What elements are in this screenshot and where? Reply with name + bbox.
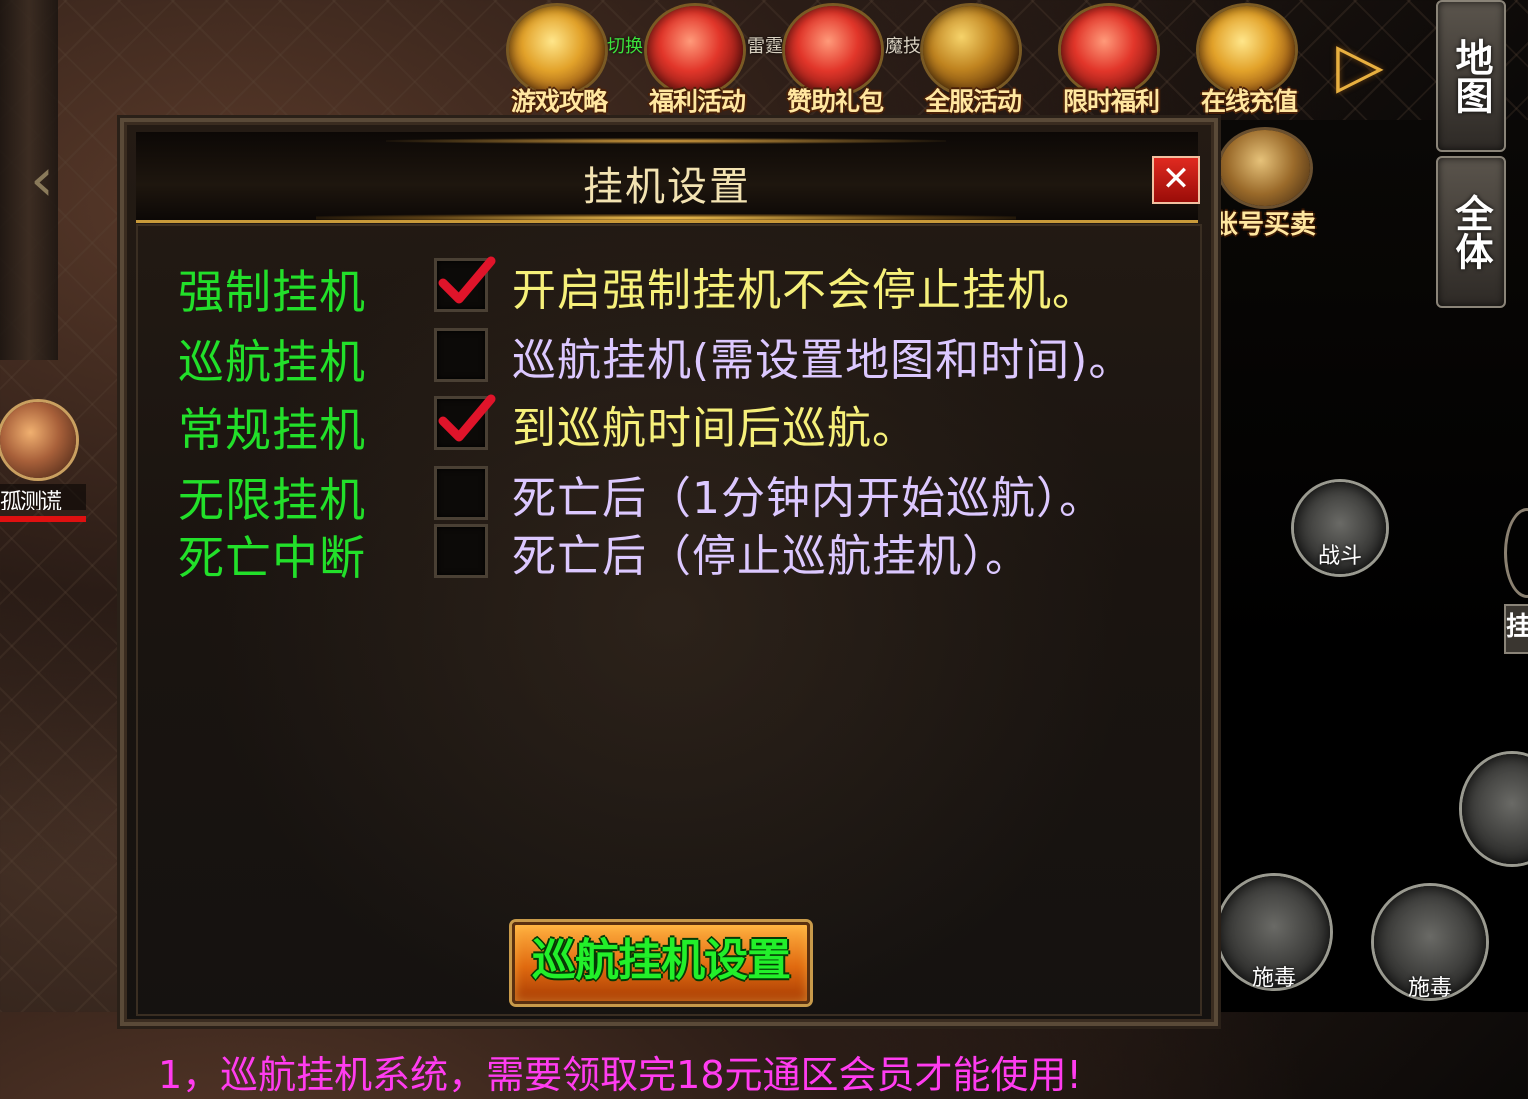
skill-label: 施毒 <box>1251 966 1296 991</box>
option-row-forced: 强制挂机 开启强制挂机不会停止挂机。 <box>138 252 1200 319</box>
battle-label: 战斗 <box>1317 544 1362 569</box>
menu-label: 赞助礼包 <box>786 87 884 116</box>
option-row-infinite: 无限挂机 死亡后（1分钟内开始巡航）。 <box>138 460 1200 527</box>
option-description: 死亡后（1分钟内开始巡航）。 <box>512 473 1104 524</box>
treasure-bag-icon <box>785 6 881 94</box>
option-description: 巡航挂机(需设置地图和时间)。 <box>512 335 1134 386</box>
player-hp-bar <box>0 516 86 522</box>
player-avatar[interactable] <box>0 402 76 478</box>
forced-hang-checkbox[interactable] <box>434 256 496 312</box>
menu-server-activity[interactable]: 全服活动 <box>909 0 1037 118</box>
all-channel-button[interactable]: 全体 <box>1436 156 1506 308</box>
collapse-left-icon[interactable]: ‹ <box>22 140 62 220</box>
dialog-header: 挂机设置 ✕ <box>136 132 1200 223</box>
auto-hang-settings-dialog: 挂机设置 ✕ 强制挂机 开启强制挂机不会停止挂机。 巡航挂机 巡航挂机(需设置地… <box>120 118 1218 1097</box>
menu-label: 福利活动 <box>648 87 746 116</box>
menu-sponsor-pack[interactable]: 赞助礼包 <box>771 0 899 118</box>
option-description: 开启强制挂机不会停止挂机。 <box>512 265 1097 316</box>
map-button-label: 地图 <box>1449 38 1493 114</box>
option-description: 到巡航时间后巡航。 <box>512 403 917 454</box>
option-row-cruise: 巡航挂机 巡航挂机(需设置地图和时间)。 <box>138 322 1200 389</box>
partial-tag: 切换 <box>607 36 643 57</box>
death-interrupt-checkbox[interactable] <box>434 524 488 578</box>
option-name: 巡航挂机 <box>178 335 366 389</box>
menu-online-recharge[interactable]: 在线充值 <box>1185 0 1313 118</box>
crossed-swords-icon <box>923 6 1019 94</box>
menu-welfare-activity[interactable]: 福利活动 <box>633 0 761 118</box>
cruise-settings-label: 巡航挂机设置 <box>532 935 791 986</box>
option-row-regular: 常规挂机 到巡航时间后巡航。 <box>138 390 1200 457</box>
poison-skill-button-2[interactable]: 施毒 <box>1374 886 1486 1001</box>
menu-label: 游戏攻略 <box>510 87 608 116</box>
top-menu-bar: 游戏攻略 福利活动 赞助礼包 全服活动 限时福利 在线充值 切换 雷霆 魔技 <box>495 0 1325 118</box>
option-name: 死亡中断 <box>178 531 366 585</box>
menu-label: 全服活动 <box>924 87 1022 116</box>
scroll-icon <box>509 6 605 94</box>
option-row-death-stop: 死亡中断 死亡后（停止巡航挂机）。 <box>138 518 1200 585</box>
dialog-title: 挂机设置 <box>583 164 751 210</box>
header-glow <box>386 138 946 144</box>
expand-menu-arrow-icon[interactable]: ▷ <box>1330 30 1390 100</box>
player-name: 孤测谎 <box>0 484 86 510</box>
poison-skill-button[interactable]: 施毒 <box>1218 876 1330 991</box>
menu-label: 在线充值 <box>1200 87 1298 116</box>
partial-tag: 雷霆 <box>747 36 783 57</box>
account-trade-label: 账号买卖 <box>1212 210 1317 240</box>
map-button[interactable]: 地图 <box>1436 0 1506 152</box>
infinite-hang-checkbox[interactable] <box>434 466 488 520</box>
account-trade-button[interactable]: 账号买卖 <box>1212 130 1322 240</box>
cruise-settings-button[interactable]: 巡航挂机设置 <box>512 922 810 1004</box>
menu-limited-welfare[interactable]: 限时福利 <box>1047 0 1175 118</box>
vip-requirement-notice: 1，巡航挂机系统，需要领取完18元通区会员才能使用! <box>158 1053 1082 1097</box>
menu-label: 限时福利 <box>1062 87 1160 116</box>
cruise-hang-checkbox[interactable] <box>434 328 488 382</box>
regular-hang-checkbox[interactable] <box>434 394 496 450</box>
check-mark-icon <box>438 394 496 442</box>
all-button-label: 全体 <box>1449 194 1493 270</box>
dialog-body: 强制挂机 开启强制挂机不会停止挂机。 巡航挂机 巡航挂机(需设置地图和时间)。 … <box>136 224 1202 1097</box>
auto-hang-edge-button[interactable]: 挂 <box>1504 604 1528 654</box>
check-mark-icon <box>438 256 496 304</box>
battle-mode-button[interactable]: 战斗 <box>1294 482 1386 574</box>
header-glow <box>316 214 1016 222</box>
red-envelope-icon <box>1061 6 1157 94</box>
partial-tag: 魔技 <box>885 36 921 57</box>
menu-game-guide[interactable]: 游戏攻略 <box>495 0 623 118</box>
gift-box-icon <box>647 6 743 94</box>
ledger-icon <box>1220 130 1310 206</box>
gem-bag-icon <box>1199 6 1295 94</box>
close-button[interactable]: ✕ <box>1152 156 1200 204</box>
option-name: 常规挂机 <box>178 403 366 457</box>
skill-label: 施毒 <box>1407 976 1452 1001</box>
option-name: 强制挂机 <box>178 265 366 319</box>
option-description: 死亡后（停止巡航挂机）。 <box>512 531 1030 582</box>
